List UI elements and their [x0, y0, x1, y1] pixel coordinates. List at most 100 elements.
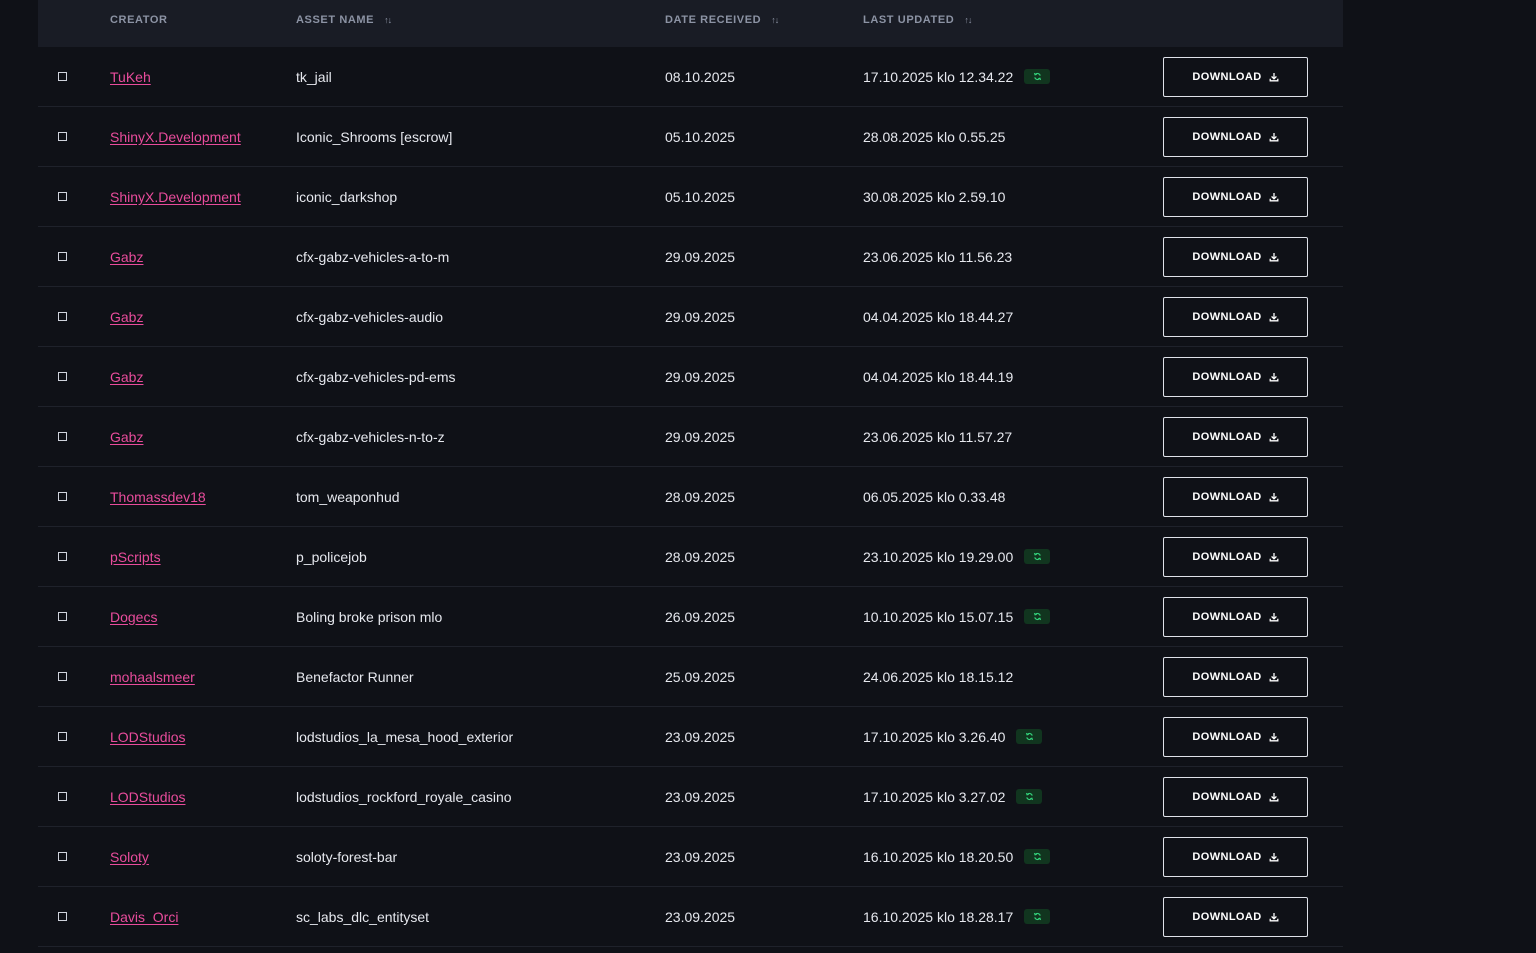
asset-name-cell: tom_weaponhud	[296, 467, 400, 526]
row-checkbox[interactable]	[58, 612, 67, 621]
asset-name: tom_weaponhud	[296, 488, 400, 505]
row-checkbox-cell	[58, 227, 67, 286]
download-cell: DOWNLOAD	[1163, 107, 1308, 166]
download-button[interactable]: DOWNLOAD	[1163, 236, 1308, 277]
creator-link[interactable]: mohaalsmeer	[110, 669, 195, 685]
download-label: DOWNLOAD	[1192, 730, 1262, 743]
column-header-label: DATE RECEIVED	[665, 14, 762, 26]
row-checkbox[interactable]	[58, 732, 67, 741]
download-icon	[1269, 432, 1279, 442]
date-received: 29.09.2025	[665, 368, 736, 385]
sort-icon[interactable]: ↑↓	[771, 15, 779, 25]
asset-name-cell: lodstudios_la_mesa_hood_exterior	[296, 707, 513, 766]
download-label: DOWNLOAD	[1192, 610, 1262, 623]
creator-link[interactable]: Thomassdev18	[110, 489, 206, 505]
creator-link[interactable]: Davis_Orci	[110, 909, 178, 925]
asset-name-cell: lodstudios_rockford_royale_casino	[296, 767, 512, 826]
asset-name-cell: Iconic_Shrooms [escrow]	[296, 107, 452, 166]
date-received-cell: 08.10.2025	[665, 47, 735, 106]
creator-link[interactable]: Soloty	[110, 849, 149, 865]
creator-link[interactable]: LODStudios	[110, 729, 185, 745]
date-received-cell: 26.09.2025	[665, 587, 735, 646]
date-received: 23.09.2025	[665, 788, 736, 805]
row-checkbox[interactable]	[58, 432, 67, 441]
download-button[interactable]: DOWNLOAD	[1163, 716, 1308, 757]
download-icon	[1269, 312, 1279, 322]
sort-icon[interactable]: ↑↓	[964, 15, 972, 25]
asset-name-cell: Benefactor Runner	[296, 647, 414, 706]
row-checkbox[interactable]	[58, 372, 67, 381]
table-row: Gabz cfx-gabz-vehicles-audio 29.09.2025 04.…	[38, 287, 1343, 347]
refresh-icon	[1024, 849, 1051, 864]
date-received-cell: 29.09.2025	[665, 347, 735, 406]
creator-cell: LODStudios	[110, 707, 185, 766]
download-button[interactable]: DOWNLOAD	[1163, 656, 1308, 697]
row-checkbox[interactable]	[58, 672, 67, 681]
creator-link[interactable]: TuKeh	[110, 69, 151, 85]
download-label: DOWNLOAD	[1192, 790, 1262, 803]
download-cell: DOWNLOAD	[1163, 287, 1308, 346]
creator-cell: Soloty	[110, 827, 149, 886]
row-checkbox[interactable]	[58, 792, 67, 801]
download-button[interactable]: DOWNLOAD	[1163, 596, 1308, 637]
row-checkbox[interactable]	[58, 312, 67, 321]
last-updated-cell: 16.10.2025 klo 18.20.50	[863, 827, 1051, 886]
table-row: mohaalsmeer Benefactor Runner 25.09.2025 24…	[38, 647, 1343, 707]
last-updated: 17.10.2025 klo 3.26.40	[863, 728, 1006, 745]
creator-link[interactable]: Gabz	[110, 309, 143, 325]
download-cell: DOWNLOAD	[1163, 227, 1308, 286]
download-button[interactable]: DOWNLOAD	[1163, 56, 1308, 97]
column-header-date-received[interactable]: DATE RECEIVED ↑↓	[665, 14, 779, 26]
creator-link[interactable]: Gabz	[110, 249, 143, 265]
row-checkbox[interactable]	[58, 912, 67, 921]
download-button[interactable]: DOWNLOAD	[1163, 536, 1308, 577]
row-checkbox[interactable]	[58, 552, 67, 561]
row-checkbox[interactable]	[58, 852, 67, 861]
download-cell: DOWNLOAD	[1163, 707, 1308, 766]
column-header-asset-name[interactable]: ASSET NAME ↑↓	[296, 14, 392, 26]
creator-link[interactable]: LODStudios	[110, 789, 185, 805]
creator-link[interactable]: Dogecs	[110, 609, 157, 625]
download-cell: DOWNLOAD	[1163, 887, 1308, 946]
asset-name: cfx-gabz-vehicles-pd-ems	[296, 368, 456, 385]
download-button[interactable]: DOWNLOAD	[1163, 176, 1308, 217]
row-checkbox[interactable]	[58, 72, 67, 81]
asset-name: iconic_darkshop	[296, 188, 398, 205]
download-button[interactable]: DOWNLOAD	[1163, 476, 1308, 517]
date-received: 05.10.2025	[665, 188, 736, 205]
download-button[interactable]: DOWNLOAD	[1163, 776, 1308, 817]
download-button[interactable]: DOWNLOAD	[1163, 896, 1308, 937]
creator-cell: Gabz	[110, 407, 143, 466]
asset-name-cell: cfx-gabz-vehicles-a-to-m	[296, 227, 449, 286]
creator-link[interactable]: Gabz	[110, 369, 143, 385]
download-button[interactable]: DOWNLOAD	[1163, 416, 1308, 457]
last-updated-cell: 04.04.2025 klo 18.44.27	[863, 287, 1013, 346]
download-button[interactable]: DOWNLOAD	[1163, 356, 1308, 397]
creator-cell: ShinyX.Development	[110, 107, 241, 166]
last-updated: 04.04.2025 klo 18.44.27	[863, 308, 1014, 325]
date-received-cell: 05.10.2025	[665, 107, 735, 166]
last-updated-cell: 23.06.2025 klo 11.57.27	[863, 407, 1012, 466]
creator-link[interactable]: ShinyX.Development	[110, 189, 241, 205]
creator-link[interactable]: Gabz	[110, 429, 143, 445]
row-checkbox[interactable]	[58, 132, 67, 141]
download-icon	[1269, 612, 1279, 622]
date-received-cell: 28.09.2025	[665, 467, 735, 526]
row-checkbox[interactable]	[58, 252, 67, 261]
row-checkbox[interactable]	[58, 192, 67, 201]
creator-link[interactable]: ShinyX.Development	[110, 129, 241, 145]
asset-name-cell: cfx-gabz-vehicles-n-to-z	[296, 407, 445, 466]
creator-cell: Davis_Orci	[110, 887, 178, 946]
download-cell: DOWNLOAD	[1163, 347, 1308, 406]
download-icon	[1269, 792, 1279, 802]
download-button[interactable]: DOWNLOAD	[1163, 836, 1308, 877]
row-checkbox[interactable]	[58, 492, 67, 501]
download-button[interactable]: DOWNLOAD	[1163, 296, 1308, 337]
row-checkbox-cell	[58, 647, 67, 706]
sort-icon[interactable]: ↑↓	[384, 15, 392, 25]
column-header-last-updated[interactable]: LAST UPDATED ↑↓	[863, 14, 972, 26]
column-header-label: CREATOR	[110, 14, 168, 26]
creator-link[interactable]: pScripts	[110, 549, 161, 565]
last-updated-cell: 17.10.2025 klo 3.26.40	[863, 707, 1043, 766]
download-button[interactable]: DOWNLOAD	[1163, 116, 1308, 157]
